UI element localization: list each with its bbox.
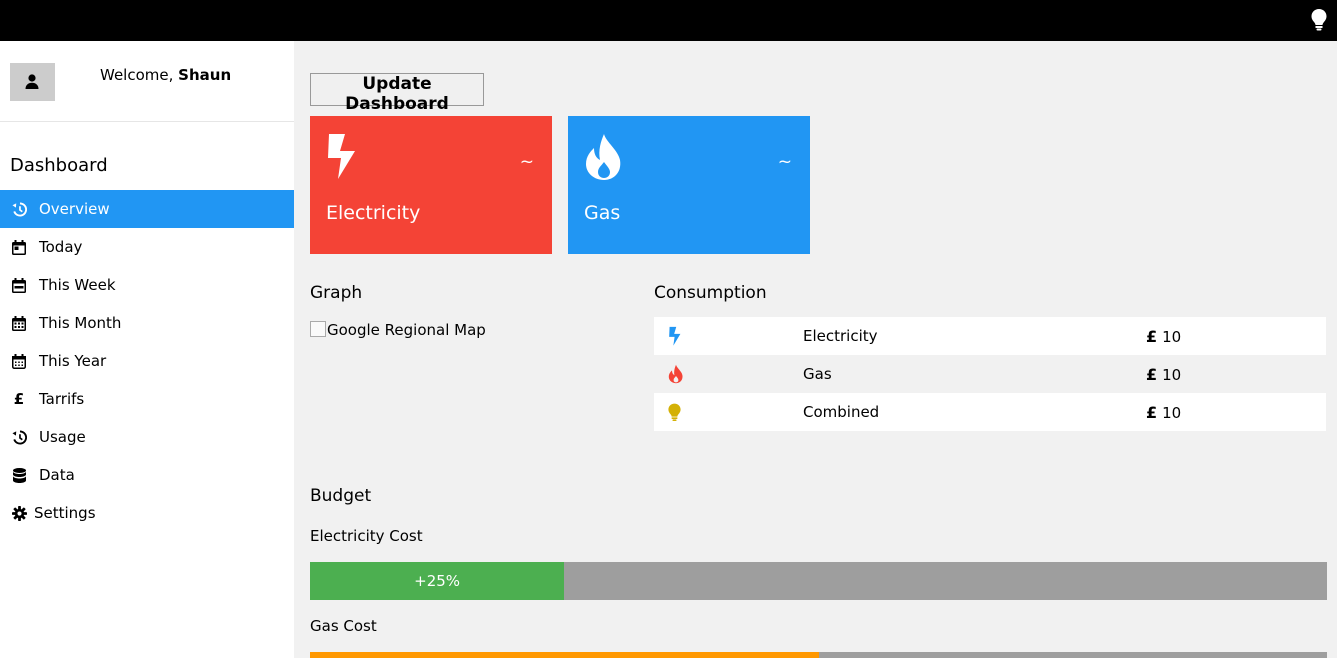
welcome-message: Welcome, Shaun <box>100 66 231 84</box>
sidebar-nav: Overview Today This Week This Month This… <box>0 190 294 532</box>
calendar-year-icon <box>11 353 27 369</box>
sidebar-item-today[interactable]: Today <box>0 228 294 266</box>
electricity-label: Electricity <box>326 202 421 224</box>
electricity-cost-fill: +25% <box>310 562 565 600</box>
sidebar-item-label: Usage <box>39 428 86 446</box>
bolt-icon <box>326 132 358 184</box>
graph-title: Graph <box>310 283 363 303</box>
sidebar-item-label: This Week <box>39 276 116 294</box>
sidebar-item-this-week[interactable]: This Week <box>0 266 294 304</box>
lightbulb-icon[interactable] <box>1311 9 1331 31</box>
user-name: Shaun <box>178 66 232 84</box>
consumption-name: Combined <box>803 403 880 421</box>
database-icon <box>11 467 27 483</box>
budget-title: Budget <box>310 486 372 506</box>
sidebar-item-label: Today <box>39 238 83 256</box>
sidebar-item-this-year[interactable]: This Year <box>0 342 294 380</box>
calendar-day-icon <box>11 239 27 255</box>
gas-label: Gas <box>584 202 621 224</box>
welcome-prefix: Welcome, <box>100 66 179 84</box>
sidebar: Welcome, Shaun Dashboard Overview Today … <box>0 41 294 658</box>
sidebar-item-label: This Year <box>39 352 107 370</box>
consumption-name: Electricity <box>803 327 878 345</box>
regional-map-image: Google Regional Map <box>310 321 486 339</box>
sidebar-item-usage[interactable]: Usage <box>0 418 294 456</box>
avatar[interactable] <box>10 63 55 101</box>
table-row: Combined £10 <box>654 393 1326 431</box>
consumption-value: £10 <box>1146 327 1326 346</box>
calendar-week-icon <box>11 277 27 293</box>
gas-card[interactable]: ~ Gas <box>568 116 810 254</box>
consumption-value: £10 <box>1146 403 1326 422</box>
consumption-amount: 10 <box>1162 327 1182 346</box>
gas-cost-fill <box>310 652 819 658</box>
sidebar-item-label: This Month <box>39 314 122 332</box>
sidebar-item-label: Settings <box>34 504 96 522</box>
bolt-icon <box>654 326 803 346</box>
table-row: Gas £10 <box>654 355 1326 393</box>
lightbulb-icon <box>654 403 803 422</box>
gas-value: ~ <box>777 152 792 172</box>
electricity-card[interactable]: ~ Electricity <box>310 116 552 254</box>
fire-icon <box>654 364 803 384</box>
electricity-cost-label: Electricity Cost <box>310 527 423 545</box>
currency-symbol: £ <box>1146 402 1158 422</box>
sidebar-item-tarrifs[interactable]: £ Tarrifs <box>0 380 294 418</box>
electricity-value: ~ <box>519 152 534 172</box>
sidebar-item-label: Tarrifs <box>39 390 85 408</box>
gas-cost-label: Gas Cost <box>310 617 377 635</box>
consumption-table: Electricity £10 Gas £10 Combined £10 <box>654 317 1326 431</box>
history-icon <box>11 201 27 217</box>
user-icon <box>25 74 39 89</box>
currency-symbol: £ <box>1146 364 1158 384</box>
sidebar-item-overview[interactable]: Overview <box>0 190 294 228</box>
sidebar-item-data[interactable]: Data <box>0 456 294 494</box>
gas-cost-progress <box>310 652 1327 658</box>
broken-image-icon <box>310 321 326 337</box>
update-dashboard-button[interactable]: Update Dashboard <box>310 73 484 114</box>
calendar-month-icon <box>11 315 27 331</box>
sidebar-item-label: Data <box>39 466 75 484</box>
consumption-value: £10 <box>1146 365 1326 384</box>
currency-symbol: £ <box>1146 326 1158 346</box>
main-content: Update Dashboard ~ Electricity ~ Gas Gra… <box>294 41 1337 658</box>
fire-icon <box>584 132 624 186</box>
map-alt-text: Google Regional Map <box>327 321 486 339</box>
electricity-cost-progress: +25% <box>310 562 1327 600</box>
consumption-amount: 10 <box>1162 403 1182 422</box>
history-icon <box>11 429 27 445</box>
pound-icon: £ <box>13 390 25 408</box>
sidebar-item-settings[interactable]: Settings <box>0 494 294 532</box>
gear-icon <box>11 505 27 521</box>
table-row: Electricity £10 <box>654 317 1326 355</box>
top-bar <box>0 0 1337 41</box>
sidebar-title: Dashboard <box>10 155 108 176</box>
divider <box>0 121 294 122</box>
consumption-amount: 10 <box>1162 365 1182 384</box>
consumption-title: Consumption <box>654 283 767 303</box>
sidebar-item-label: Overview <box>39 200 110 218</box>
consumption-name: Gas <box>803 365 832 383</box>
sidebar-item-this-month[interactable]: This Month <box>0 304 294 342</box>
